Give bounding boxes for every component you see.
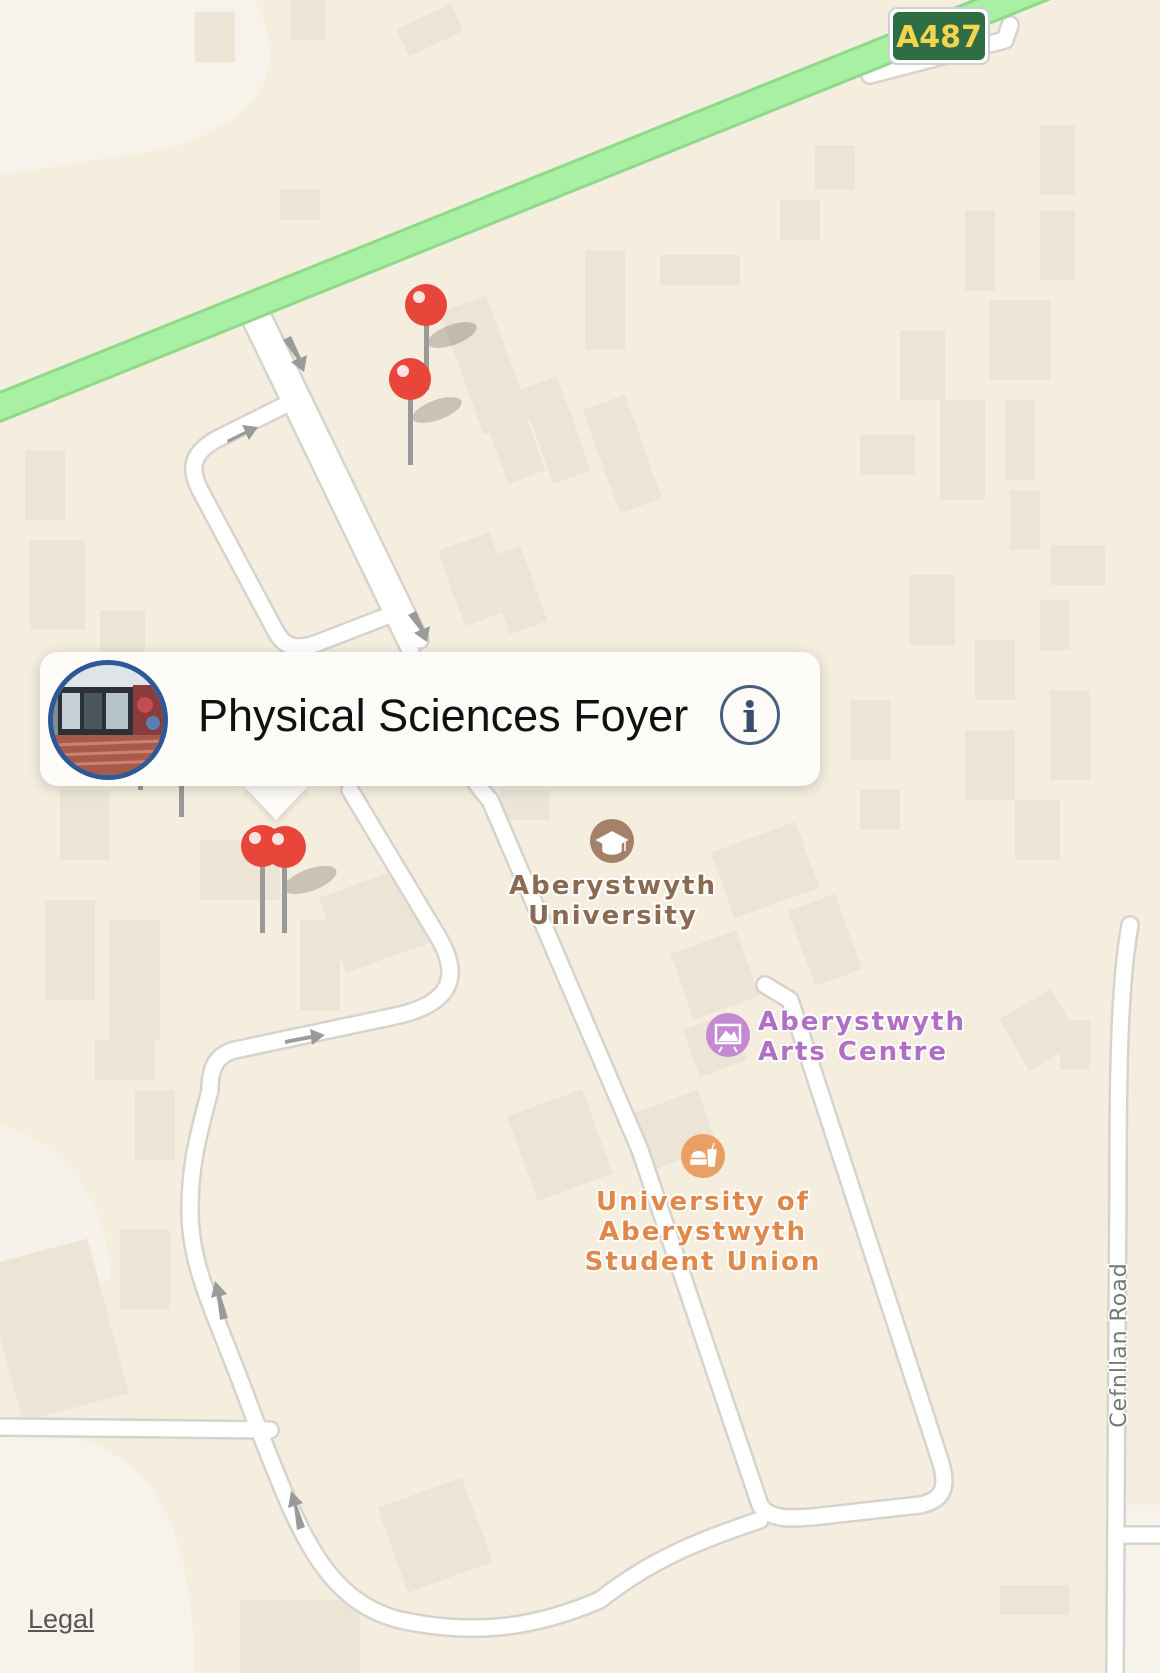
location-photo (48, 660, 168, 780)
road-shield: A487 (888, 7, 990, 65)
map-canvas[interactable]: A487 Cefnllan Road Aberystwyth University… (0, 0, 1160, 1673)
callout-tail (242, 784, 310, 820)
location-callout[interactable]: Physical Sciences Foyer i (40, 652, 820, 786)
svg-text:AberystwythUniversity: Aberystwyth University (509, 871, 717, 931)
svg-text:University ofAberystwythStuden: University of Aberystwyth Student Union (585, 1187, 822, 1277)
legal-link[interactable]: Legal (28, 1604, 94, 1635)
svg-text:A487: A487 (896, 20, 982, 55)
svg-text:AberystwythArts Centre: Aberystwyth Arts Centre (758, 1007, 966, 1067)
info-icon[interactable]: i (720, 685, 780, 745)
callout-title: Physical Sciences Foyer (198, 690, 689, 741)
road-name-cefnllan: Cefnllan Road (1107, 1262, 1132, 1427)
